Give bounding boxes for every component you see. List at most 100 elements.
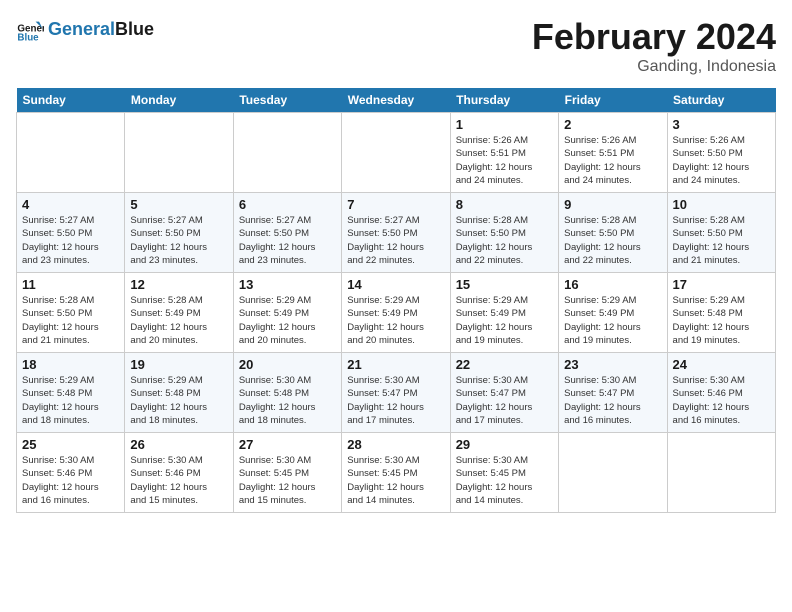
day-info: Sunrise: 5:28 AM Sunset: 5:50 PM Dayligh… <box>564 214 661 267</box>
logo-text: GeneralBlue <box>48 20 154 40</box>
week-row-4: 18 Sunrise: 5:29 AM Sunset: 5:48 PM Dayli… <box>17 353 776 433</box>
day-info: Sunrise: 5:29 AM Sunset: 5:48 PM Dayligh… <box>673 294 770 347</box>
col-header-monday: Monday <box>125 88 233 113</box>
calendar-cell: 7 Sunrise: 5:27 AM Sunset: 5:50 PM Daylig… <box>342 193 450 273</box>
day-info: Sunrise: 5:28 AM Sunset: 5:50 PM Dayligh… <box>22 294 119 347</box>
calendar-cell: 23 Sunrise: 5:30 AM Sunset: 5:47 PM Dayli… <box>559 353 667 433</box>
day-info: Sunrise: 5:30 AM Sunset: 5:47 PM Dayligh… <box>456 374 553 427</box>
day-info: Sunrise: 5:29 AM Sunset: 5:48 PM Dayligh… <box>130 374 227 427</box>
calendar-cell: 25 Sunrise: 5:30 AM Sunset: 5:46 PM Dayli… <box>17 433 125 513</box>
day-number: 24 <box>673 357 770 372</box>
svg-text:Blue: Blue <box>17 33 39 44</box>
day-number: 1 <box>456 117 553 132</box>
day-info: Sunrise: 5:30 AM Sunset: 5:47 PM Dayligh… <box>347 374 444 427</box>
day-info: Sunrise: 5:30 AM Sunset: 5:45 PM Dayligh… <box>456 454 553 507</box>
calendar-header-row: SundayMondayTuesdayWednesdayThursdayFrid… <box>17 88 776 113</box>
day-info: Sunrise: 5:30 AM Sunset: 5:46 PM Dayligh… <box>673 374 770 427</box>
col-header-friday: Friday <box>559 88 667 113</box>
day-number: 28 <box>347 437 444 452</box>
calendar-cell: 9Sunrise: 5:28 AM Sunset: 5:50 PM Daylig… <box>559 193 667 273</box>
day-number: 12 <box>130 277 227 292</box>
col-header-sunday: Sunday <box>17 88 125 113</box>
day-number: 4 <box>22 197 119 212</box>
calendar-cell: 10Sunrise: 5:28 AM Sunset: 5:50 PM Dayli… <box>667 193 775 273</box>
location-title: Ganding, Indonesia <box>532 58 776 76</box>
day-number: 19 <box>130 357 227 372</box>
day-info: Sunrise: 5:27 AM Sunset: 5:50 PM Dayligh… <box>239 214 336 267</box>
col-header-wednesday: Wednesday <box>342 88 450 113</box>
week-row-3: 11 Sunrise: 5:28 AM Sunset: 5:50 PM Dayli… <box>17 273 776 353</box>
day-info: Sunrise: 5:30 AM Sunset: 5:46 PM Dayligh… <box>130 454 227 507</box>
day-number: 18 <box>22 357 119 372</box>
day-number: 20 <box>239 357 336 372</box>
title-area: February 2024 Ganding, Indonesia <box>532 16 776 76</box>
day-info: Sunrise: 5:30 AM Sunset: 5:47 PM Dayligh… <box>564 374 661 427</box>
day-number: 11 <box>22 277 119 292</box>
calendar-cell <box>233 113 341 193</box>
day-number: 13 <box>239 277 336 292</box>
day-number: 3 <box>673 117 770 132</box>
day-info: Sunrise: 5:27 AM Sunset: 5:50 PM Dayligh… <box>347 214 444 267</box>
calendar-cell: 21 Sunrise: 5:30 AM Sunset: 5:47 PM Dayli… <box>342 353 450 433</box>
calendar-cell: 20 Sunrise: 5:30 AM Sunset: 5:48 PM Dayli… <box>233 353 341 433</box>
day-info: Sunrise: 5:27 AM Sunset: 5:50 PM Dayligh… <box>130 214 227 267</box>
calendar-cell: 6 Sunrise: 5:27 AM Sunset: 5:50 PM Daylig… <box>233 193 341 273</box>
day-number: 8 <box>456 197 553 212</box>
day-info: Sunrise: 5:30 AM Sunset: 5:45 PM Dayligh… <box>239 454 336 507</box>
col-header-thursday: Thursday <box>450 88 558 113</box>
calendar-cell <box>342 113 450 193</box>
calendar-cell: 17 Sunrise: 5:29 AM Sunset: 5:48 PM Dayli… <box>667 273 775 353</box>
day-number: 29 <box>456 437 553 452</box>
calendar-table: SundayMondayTuesdayWednesdayThursdayFrid… <box>16 88 776 513</box>
day-info: Sunrise: 5:29 AM Sunset: 5:49 PM Dayligh… <box>239 294 336 347</box>
day-number: 17 <box>673 277 770 292</box>
calendar-cell: 3 Sunrise: 5:26 AM Sunset: 5:50 PM Daylig… <box>667 113 775 193</box>
day-number: 26 <box>130 437 227 452</box>
day-info: Sunrise: 5:29 AM Sunset: 5:49 PM Dayligh… <box>456 294 553 347</box>
calendar-cell: 19 Sunrise: 5:29 AM Sunset: 5:48 PM Dayli… <box>125 353 233 433</box>
day-info: Sunrise: 5:26 AM Sunset: 5:50 PM Dayligh… <box>673 134 770 187</box>
day-number: 23 <box>564 357 661 372</box>
week-row-1: 1 Sunrise: 5:26 AM Sunset: 5:51 PM Daylig… <box>17 113 776 193</box>
calendar-cell: 12Sunrise: 5:28 AM Sunset: 5:49 PM Dayli… <box>125 273 233 353</box>
day-number: 14 <box>347 277 444 292</box>
day-number: 6 <box>239 197 336 212</box>
calendar-cell: 8Sunrise: 5:28 AM Sunset: 5:50 PM Daylig… <box>450 193 558 273</box>
calendar-cell: 15 Sunrise: 5:29 AM Sunset: 5:49 PM Dayli… <box>450 273 558 353</box>
day-number: 27 <box>239 437 336 452</box>
day-info: Sunrise: 5:30 AM Sunset: 5:46 PM Dayligh… <box>22 454 119 507</box>
col-header-saturday: Saturday <box>667 88 775 113</box>
day-number: 25 <box>22 437 119 452</box>
calendar-cell <box>667 433 775 513</box>
calendar-cell <box>17 113 125 193</box>
week-row-5: 25 Sunrise: 5:30 AM Sunset: 5:46 PM Dayli… <box>17 433 776 513</box>
month-title: February 2024 <box>532 16 776 58</box>
day-number: 2 <box>564 117 661 132</box>
calendar-cell: 26 Sunrise: 5:30 AM Sunset: 5:46 PM Dayli… <box>125 433 233 513</box>
day-number: 21 <box>347 357 444 372</box>
day-info: Sunrise: 5:30 AM Sunset: 5:48 PM Dayligh… <box>239 374 336 427</box>
calendar-cell: 24 Sunrise: 5:30 AM Sunset: 5:46 PM Dayli… <box>667 353 775 433</box>
day-number: 15 <box>456 277 553 292</box>
calendar-cell: 11 Sunrise: 5:28 AM Sunset: 5:50 PM Dayli… <box>17 273 125 353</box>
calendar-cell: 13 Sunrise: 5:29 AM Sunset: 5:49 PM Dayli… <box>233 273 341 353</box>
day-info: Sunrise: 5:29 AM Sunset: 5:49 PM Dayligh… <box>564 294 661 347</box>
calendar-cell: 2Sunrise: 5:26 AM Sunset: 5:51 PM Daylig… <box>559 113 667 193</box>
logo: General Blue GeneralBlue <box>16 16 154 44</box>
calendar-cell <box>125 113 233 193</box>
calendar-cell: 27 Sunrise: 5:30 AM Sunset: 5:45 PM Dayli… <box>233 433 341 513</box>
day-info: Sunrise: 5:27 AM Sunset: 5:50 PM Dayligh… <box>22 214 119 267</box>
day-number: 16 <box>564 277 661 292</box>
calendar-cell: 16 Sunrise: 5:29 AM Sunset: 5:49 PM Dayli… <box>559 273 667 353</box>
day-info: Sunrise: 5:29 AM Sunset: 5:48 PM Dayligh… <box>22 374 119 427</box>
day-info: Sunrise: 5:26 AM Sunset: 5:51 PM Dayligh… <box>456 134 553 187</box>
calendar-cell <box>559 433 667 513</box>
calendar-cell: 14 Sunrise: 5:29 AM Sunset: 5:49 PM Dayli… <box>342 273 450 353</box>
day-info: Sunrise: 5:29 AM Sunset: 5:49 PM Dayligh… <box>347 294 444 347</box>
day-number: 22 <box>456 357 553 372</box>
calendar-cell: 5Sunrise: 5:27 AM Sunset: 5:50 PM Daylig… <box>125 193 233 273</box>
calendar-cell: 28 Sunrise: 5:30 AM Sunset: 5:45 PM Dayli… <box>342 433 450 513</box>
calendar-cell: 29 Sunrise: 5:30 AM Sunset: 5:45 PM Dayli… <box>450 433 558 513</box>
day-info: Sunrise: 5:30 AM Sunset: 5:45 PM Dayligh… <box>347 454 444 507</box>
day-number: 7 <box>347 197 444 212</box>
